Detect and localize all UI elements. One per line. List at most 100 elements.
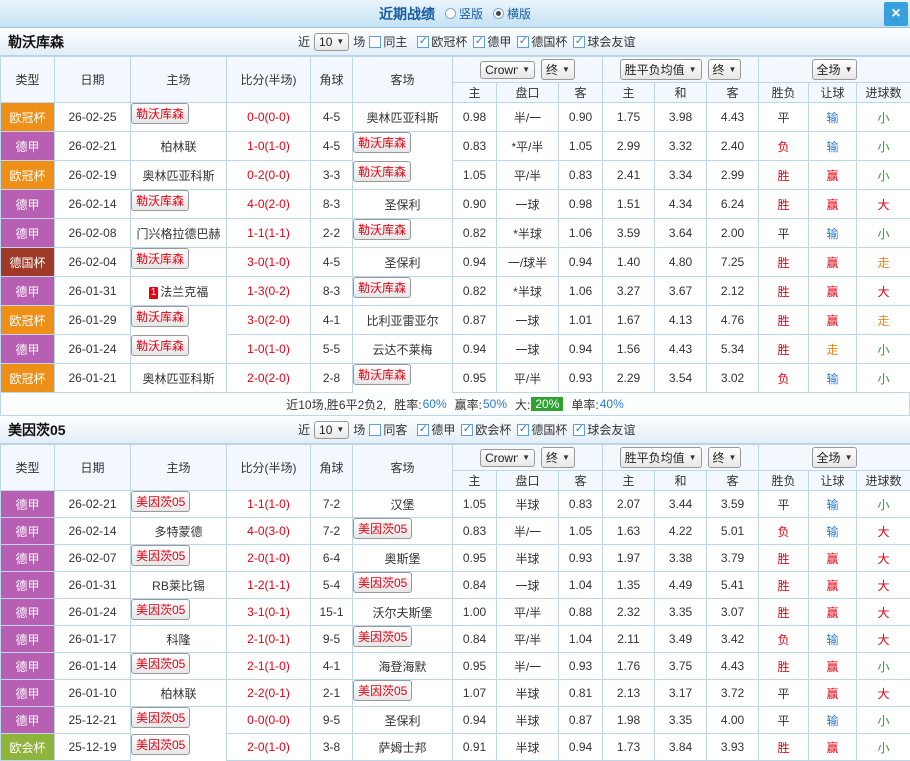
match-row[interactable]: 德甲26-01-311法兰克福1-3(0-2)8-3勒沃库森0.82*半球1.0… [1, 277, 910, 306]
league-filter-group: ✓德甲✓欧会杯✓德国杯✓球会友谊 [417, 421, 641, 438]
league-filter[interactable]: ✓球会友谊 [573, 33, 641, 50]
final-odds-select[interactable]: 终▼ [708, 447, 742, 468]
match-row[interactable]: 德国杯26-02-04勒沃库森3-0(1-0)4-5圣保利0.94一/球半0.9… [1, 248, 910, 277]
league-filter[interactable]: ✓德国杯 [517, 421, 573, 438]
match-row[interactable]: 欧会杯25-12-19美因茨052-0(1-0)3-8萨姆士邦0.91半球0.9… [1, 734, 910, 761]
league-filter[interactable]: ✓欧会杯 [461, 421, 517, 438]
win-rate-label: 胜率: [394, 396, 421, 413]
match-row[interactable]: 欧冠杯26-02-25勒沃库森0-0(0-0)4-5奥林匹亚科斯0.98半/一0… [1, 103, 910, 132]
match-row[interactable]: 欧冠杯26-01-29勒沃库森3-0(2-0)4-1比利亚雷亚尔0.87一球1.… [1, 306, 910, 335]
same-venue-filter[interactable]: 同主 [369, 33, 413, 50]
match-row[interactable]: 德甲26-01-31RB莱比锡1-2(1-1)5-4美因茨050.84一球1.0… [1, 572, 910, 599]
checkbox-icon[interactable]: ✓ [573, 424, 585, 436]
euro-draw-odds-cell: 3.44 [655, 491, 707, 518]
date-cell: 26-01-24 [55, 335, 131, 364]
handicap-result-cell: 输 [809, 364, 857, 393]
final-odds-select[interactable]: 终▼ [708, 59, 742, 80]
match-row[interactable]: 德甲26-02-21柏林联1-0(1-0)4-5勒沃库森0.83*平/半1.05… [1, 132, 910, 161]
match-row[interactable]: 德甲26-02-21美因茨051-1(1-0)7-2汉堡1.05半球0.832.… [1, 491, 910, 518]
team-bar-leverkusen: 勒沃库森 近 10▼ 场 同主 ✓欧冠杯✓德甲✓德国杯✓球会友谊 [0, 28, 910, 56]
league-filter[interactable]: ✓欧冠杯 [417, 33, 473, 50]
match-count-select[interactable]: 10▼ [314, 421, 349, 439]
match-row[interactable]: 德甲26-01-24勒沃库森1-0(1-0)5-5云达不莱梅0.94一球0.94… [1, 335, 910, 364]
match-row[interactable]: 德甲26-02-14多特蒙德4-0(3-0)7-2美因茨050.83半/一1.0… [1, 518, 910, 545]
chevron-down-icon: ▼ [562, 453, 570, 462]
checkbox-icon[interactable]: ✓ [473, 36, 485, 48]
euro-away-odds-cell: 4.43 [707, 103, 759, 132]
date-cell: 26-02-21 [55, 491, 131, 518]
col-header-away: 客场 [353, 445, 453, 491]
away-team-cell: 圣保利 [353, 190, 453, 219]
league-filter[interactable]: ✓德甲 [473, 33, 517, 50]
euro-away-odds-cell: 6.24 [707, 190, 759, 219]
filter-controls: 近 10▼ 场 同主 ✓欧冠杯✓德甲✓德国杯✓球会友谊 [298, 33, 645, 51]
home-team-cell: 美因茨05 [131, 653, 190, 674]
same-venue-filter[interactable]: 同客 [369, 421, 413, 438]
home-team-cell: 美因茨05 [131, 491, 190, 512]
away-team-cell: 比利亚雷亚尔 [353, 306, 453, 335]
handicap-cell: 半球 [497, 734, 559, 761]
checkbox-icon[interactable]: ✓ [517, 36, 529, 48]
euro-draw-odds-cell: 3.84 [655, 734, 707, 761]
away-team-cell: 奥斯堡 [353, 545, 453, 572]
match-row[interactable]: 德甲25-12-21美因茨050-0(0-0)9-5圣保利0.94半球0.871… [1, 707, 910, 734]
away-team-cell: 美因茨05 [353, 680, 412, 701]
date-cell: 26-02-04 [55, 248, 131, 277]
match-row[interactable]: 德甲26-02-08门兴格拉德巴赫1-1(1-1)2-2勒沃库森0.82*半球1… [1, 219, 910, 248]
checkbox-icon[interactable]: ✓ [573, 36, 585, 48]
home-team-cell: 美因茨05 [131, 599, 190, 620]
checkbox-icon[interactable]: ✓ [517, 424, 529, 436]
avg-odds-select[interactable]: 胜平负均值▼ [620, 59, 702, 80]
checkbox-icon[interactable] [369, 424, 381, 436]
avg-odds-select[interactable]: 胜平负均值▼ [620, 447, 702, 468]
home-team-cell: 门兴格拉德巴赫 [131, 219, 227, 248]
home-team-cell: 勒沃库森 [131, 248, 189, 269]
radio-vertical-icon[interactable] [445, 8, 456, 19]
league-cell: 德甲 [1, 572, 55, 599]
checkbox-icon[interactable] [369, 36, 381, 48]
goals-result-cell: 大 [857, 277, 910, 306]
match-row[interactable]: 德甲26-01-24美因茨053-1(0-1)15-1沃尔夫斯堡1.00平/半0… [1, 599, 910, 626]
scope-select[interactable]: 全场▼ [812, 447, 858, 468]
match-row[interactable]: 欧冠杯26-02-19奥林匹亚科斯0-2(0-0)3-3勒沃库森1.05平/半0… [1, 161, 910, 190]
handicap-cell: 平/半 [497, 599, 559, 626]
col-header-result: 胜负 [759, 83, 809, 103]
checkbox-icon[interactable]: ✓ [417, 424, 429, 436]
asian-away-odds-cell: 1.01 [559, 306, 603, 335]
checkbox-icon[interactable]: ✓ [417, 36, 429, 48]
league-filter[interactable]: ✓德甲 [417, 421, 461, 438]
chevron-down-icon: ▼ [689, 453, 697, 462]
checkbox-label: 欧会杯 [475, 421, 511, 438]
final-odds-select[interactable]: 终▼ [541, 447, 575, 468]
handicap-cell: 平/半 [497, 161, 559, 190]
handicap-result-cell: 赢 [809, 734, 857, 761]
radio-horizontal-icon[interactable] [493, 8, 504, 19]
radio-vertical-label[interactable]: 竖版 [459, 5, 483, 22]
match-count-select[interactable]: 10▼ [314, 33, 349, 51]
close-button[interactable]: × [884, 2, 908, 26]
match-row[interactable]: 德甲26-01-10柏林联2-2(0-1)2-1美因茨051.07半球0.812… [1, 680, 910, 707]
match-row[interactable]: 德甲26-02-14勒沃库森4-0(2-0)8-3圣保利0.90一球0.981.… [1, 190, 910, 219]
radio-horizontal-label[interactable]: 横版 [507, 5, 531, 22]
checkbox-icon[interactable]: ✓ [461, 424, 473, 436]
league-filter[interactable]: ✓德国杯 [517, 33, 573, 50]
corner-cell: 5-4 [311, 572, 353, 599]
home-team-cell: 科隆 [131, 626, 227, 653]
goals-result-cell: 小 [857, 653, 910, 680]
bookmaker-select[interactable]: Crown▼ [480, 449, 535, 467]
date-cell: 26-01-21 [55, 364, 131, 393]
match-row[interactable]: 德甲26-02-07美因茨052-0(1-0)6-4奥斯堡0.95半球0.931… [1, 545, 910, 572]
final-odds-select[interactable]: 终▼ [541, 59, 575, 80]
bookmaker-select[interactable]: Crown▼ [480, 61, 535, 79]
checkbox-label: 欧冠杯 [431, 33, 467, 50]
match-row[interactable]: 德甲26-01-14美因茨052-1(1-0)4-1海登海默0.95半/一0.9… [1, 653, 910, 680]
match-row[interactable]: 欧冠杯26-01-21奥林匹亚科斯2-0(2-0)2-8勒沃库森0.95平/半0… [1, 364, 910, 393]
scope-select[interactable]: 全场▼ [812, 59, 858, 80]
handicap-result-cell: 走 [809, 335, 857, 364]
match-row[interactable]: 德甲26-01-17科隆2-1(0-1)9-5美因茨050.84平/半1.042… [1, 626, 910, 653]
score-cell: 4-0(3-0) [227, 518, 311, 545]
corner-cell: 3-8 [311, 734, 353, 761]
euro-home-odds-cell: 1.75 [603, 103, 655, 132]
result-group-header: 全场▼ [759, 445, 910, 471]
league-filter[interactable]: ✓球会友谊 [573, 421, 641, 438]
